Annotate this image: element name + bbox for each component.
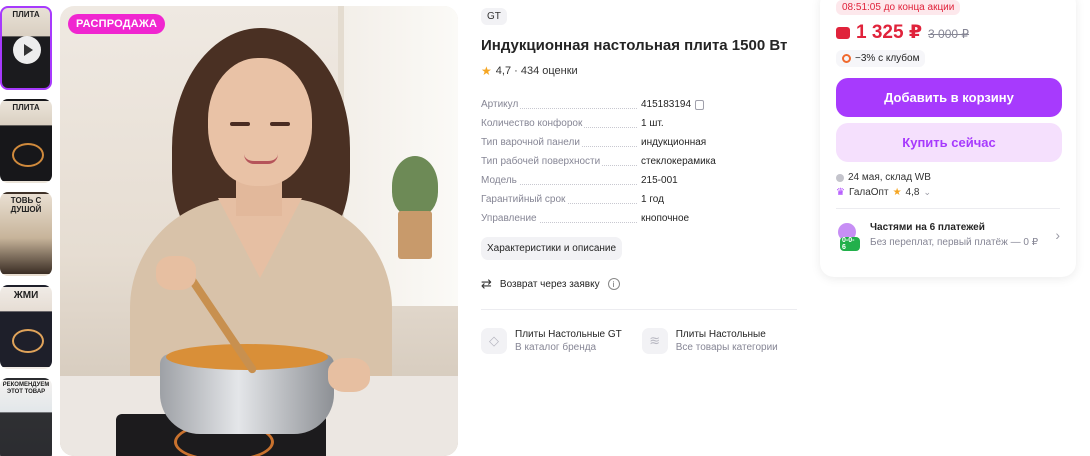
woman-face-graphic [208,58,312,186]
link-subtitle: В каталог бренда [515,342,597,353]
spec-row: Гарантийный срок 1 год [481,194,797,213]
copy-icon[interactable] [695,99,705,110]
thumbnail[interactable]: ПЛИТА [0,99,52,183]
club-icon [842,54,851,63]
thumbnail-caption: ЖМИ [13,290,39,301]
return-label: Возврат через заявку [499,278,600,290]
club-discount-text: −3% с клубом [855,53,920,64]
spec-value: 415183194 [641,99,705,110]
chevron-right-icon: › [1055,227,1060,243]
category-catalog-link[interactable]: ≋ Плиты Настольные Все товары категории [641,328,778,354]
delivery-row: 24 мая, склад WB [836,172,1060,183]
delivery-text: 24 мая, склад WB [848,172,931,183]
spec-key: Количество конфорок [481,118,585,129]
stove-coil-graphic [12,143,44,167]
info-icon[interactable]: i [607,278,620,290]
spec-value: 1 шт. [641,118,664,129]
spec-value: стеклокерамика [641,156,716,167]
spec-row: Модель 215-001 [481,175,797,194]
product-info: GT Индукционная настольная плита 1500 Вт… [481,6,797,354]
crown-icon: ♛ [836,187,845,198]
thumbnail[interactable]: ТОВЬ С ДУШОЙ [0,192,52,276]
brand-chip[interactable]: GT [481,8,507,25]
wallet-icon [836,27,850,39]
seller-rating: 4,8 [905,187,920,198]
spec-value: кнопочное [641,213,690,224]
seller-name: ГалаОпт [848,187,889,198]
main-product-image[interactable]: РАСПРОДАЖА [60,6,458,456]
thumbnail[interactable]: ЖМИ [0,285,52,369]
spec-key: Артикул [481,99,521,110]
spec-row: Артикул 415183194 [481,99,797,118]
sale-timer: 08:51:05 до конца акции [836,0,961,15]
thumbnail[interactable]: РЕКОМЕНДУЕМ ЭТОТ ТОВАР [0,378,52,456]
stove-coil-graphic [12,329,44,353]
old-price: 3 000 ₽ [928,27,970,41]
smile-graphic [244,154,278,164]
spec-row: Количество конфорок 1 шт. [481,118,797,137]
eye-graphic [230,122,250,126]
club-discount-badge[interactable]: −3% с клубом [836,50,926,67]
thumbnail-list: ПЛИТА ПЛИТА ТОВЬ С ДУШОЙ ЖМИ РЕКОМЕНДУЕМ… [0,6,54,456]
characteristics-button[interactable]: Характеристики и описание [481,237,623,260]
divider [836,208,1060,209]
spec-row: Тип рабочей поверхности стеклокерамика [481,156,797,175]
spec-key: Гарантийный срок [481,194,568,205]
play-icon[interactable] [13,36,41,64]
sale-badge: РАСПРОДАЖА [68,14,166,34]
specs-list: Артикул 415183194 Количество конфорок 1 … [481,99,797,232]
seller-row[interactable]: ♛ ГалаОпт ★ 4,8 ⌄ [836,187,1060,198]
spec-key: Модель [481,175,519,186]
link-title: Плиты Настольные [675,329,766,340]
rating-row[interactable]: ★ 4,7 · 434 оценки [481,64,797,78]
spec-value: 1 год [641,194,664,205]
rating-text: 4,7 · 434 оценки [495,65,578,77]
hand-graphic [328,358,370,392]
link-subtitle: Все товары категории [675,342,778,353]
thumbnail-caption: РЕКОМЕНДУЕМ ЭТОТ ТОВАР [2,382,50,395]
thumbnail-caption: ТОВЬ С ДУШОЙ [10,196,42,214]
spec-key: Тип варочной панели [481,137,582,148]
brand-catalog-link[interactable]: ◇ Плиты Настольные GT В каталог бренда [481,328,622,354]
thumbnail-caption: ПЛИТА [12,10,40,19]
add-to-cart-button[interactable]: Добавить в корзину [836,78,1062,117]
chevron-down-icon: ⌄ [923,187,931,197]
article-number: 415183194 [641,99,692,110]
installments-row[interactable]: 0-0-6 Частями на 6 платежей Без переплат… [836,221,1060,251]
plant-graphic [392,156,438,216]
hand-graphic [156,256,196,290]
catalog-links: ◇ Плиты Настольные GT В каталог бренда ≋… [481,328,797,354]
product-page: ПЛИТА ПЛИТА ТОВЬ С ДУШОЙ ЖМИ РЕКОМЕНДУЕМ… [0,0,1090,456]
thumbnail-caption: ПЛИТА [12,103,40,112]
spec-key: Тип рабочей поверхности [481,156,603,167]
clock-icon [836,173,844,182]
buy-now-button[interactable]: Купить сейчас [836,123,1062,162]
link-title: Плиты Настольные GT [515,329,622,340]
buy-panel: 08:51:05 до конца акции 1 325 ₽ 3 000 ₽ … [820,0,1076,277]
star-icon: ★ [481,64,492,78]
return-arrows-icon: ⇄ [481,276,492,291]
spec-value: индукционная [641,137,707,148]
tag-icon: ◇ [481,328,507,354]
installments-icon: 0-0-6 [836,221,860,251]
installments-title: Частями на 6 платежей [870,222,985,233]
price-row: 1 325 ₽ 3 000 ₽ [836,21,1060,44]
spec-value: 215-001 [641,175,678,186]
installments-tag: 0-0-6 [840,237,860,251]
current-price: 1 325 ₽ [856,22,923,43]
spec-row: Тип варочной панели индукционная [481,137,797,156]
star-icon: ★ [892,187,902,198]
plant-pot-graphic [398,211,432,259]
eye-graphic [270,122,290,126]
installments-subtitle: Без переплат, первый платёж — 0 ₽ [870,237,1039,248]
spec-row: Управление кнопочное [481,213,797,232]
return-policy-row[interactable]: ⇄ Возврат через заявку i [481,276,797,292]
spec-key: Управление [481,213,539,224]
divider [481,309,797,310]
layers-icon: ≋ [641,328,668,354]
thumbnail-video[interactable]: ПЛИТА [0,6,52,90]
product-title: Индукционная настольная плита 1500 Вт [481,37,788,54]
